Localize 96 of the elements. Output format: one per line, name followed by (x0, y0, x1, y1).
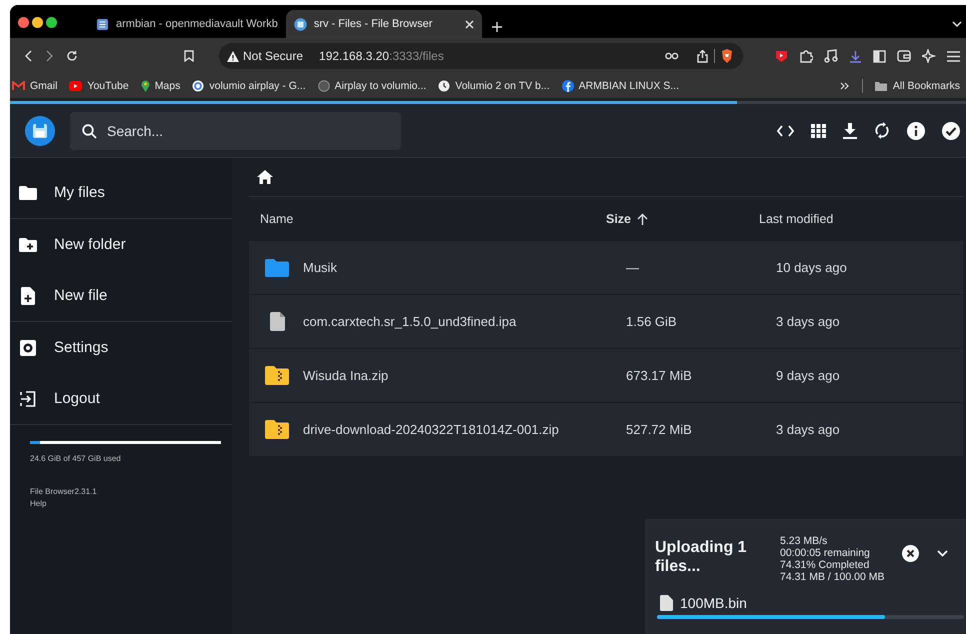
new-file-icon (20, 286, 34, 304)
folder-icon (265, 258, 289, 276)
file-name: Wisuda Ina.zip (303, 368, 388, 383)
file-name: Musik (303, 260, 337, 275)
file-icon (270, 312, 284, 331)
file-row[interactable]: com.carxtech.sr_1.5.0_und3fined.ipa 1.56 GiB 3 days ago (249, 295, 963, 348)
maximize-window-button[interactable] (46, 17, 57, 28)
download-icon[interactable] (843, 122, 857, 138)
file-size: 673.17 MiB (625, 368, 693, 383)
bookmark-link[interactable]: Gmail (12, 80, 58, 92)
upload-stat: 5.23 MB/s (780, 535, 828, 547)
column-header[interactable]: Name (249, 212, 595, 226)
version-text: File Browser2.31.1 (30, 487, 98, 496)
sparkle-icon[interactable] (922, 49, 936, 63)
column-header[interactable]: Last modified (748, 212, 963, 226)
reload-icon[interactable] (66, 50, 78, 62)
search-field[interactable]: Search... (70, 112, 401, 150)
chevron-down-icon[interactable] (952, 21, 962, 28)
play-icon (69, 81, 82, 91)
upload-stat: 74.31% Completed (780, 559, 870, 571)
sidebar-item[interactable]: New file (10, 270, 232, 321)
security-warning[interactable]: Not Secure (227, 49, 304, 63)
file-row[interactable]: Wisuda Ina.zip 673.17 MiB 9 days ago (249, 349, 963, 402)
code-icon[interactable] (777, 124, 794, 136)
plus-icon[interactable] (492, 22, 502, 32)
file-row[interactable]: Musik — 10 days ago (249, 241, 963, 294)
puzzle-icon[interactable] (799, 49, 813, 63)
logout-icon (20, 390, 36, 406)
file-size: — (625, 260, 640, 275)
zip-folder-icon (265, 366, 289, 385)
file-size: 1.56 GiB (625, 314, 678, 329)
all-bookmarks-button[interactable]: All Bookmarks (874, 80, 960, 92)
bookmark-link[interactable]: ARMBIAN LINUX S... (562, 80, 680, 92)
modified-date: 3 days ago (775, 314, 841, 329)
circle-f-icon (562, 80, 574, 92)
column-header[interactable]: Size (595, 212, 748, 226)
upload-file-name: 100MB.bin (680, 595, 747, 611)
browser-tab[interactable]: srv - Files - File Browser (286, 10, 482, 38)
storage-usage-text: 24.6 GiB of 457 GiB used (30, 454, 122, 463)
bookmark-icon[interactable] (184, 50, 194, 62)
music-icon[interactable] (824, 49, 838, 63)
upload-title: Uploading 1 files... (655, 538, 748, 576)
share-icon[interactable] (697, 50, 708, 62)
close-icon[interactable] (464, 20, 474, 28)
file-size: 527.72 MiB (625, 422, 693, 437)
bookmark-link[interactable]: volumio airplay - G... (192, 80, 306, 92)
info-icon[interactable] (907, 122, 925, 140)
video-icon[interactable] (775, 50, 788, 62)
new-folder-icon (18, 238, 36, 252)
warning-icon (227, 50, 239, 62)
browser-tab[interactable]: armbian - openmediavault Workb (88, 10, 286, 38)
bookmark-link[interactable]: Maps (140, 80, 180, 92)
bookmark-link[interactable]: Volumio 2 on TV b... (438, 80, 550, 92)
folder-icon (18, 186, 36, 200)
back-icon[interactable] (24, 50, 33, 62)
envelope-icon (12, 81, 25, 91)
address-bar[interactable]: Not Secure 192.168.3.20:3333/files (219, 43, 743, 69)
refresh-icon[interactable] (874, 122, 890, 139)
sidebar-item[interactable]: Settings (10, 322, 232, 373)
upload-stat: 00:00:05 remaining (780, 547, 871, 559)
upload-stat: 74.31 MB / 100.00 MB (780, 571, 884, 583)
clock-icon (438, 80, 450, 92)
app-logo[interactable] (25, 116, 55, 146)
wallet-icon[interactable] (897, 50, 911, 62)
checkmark-icon[interactable] (942, 122, 960, 140)
minimize-window-button[interactable] (32, 17, 43, 28)
sidebar-item[interactable]: Logout (10, 373, 232, 424)
modified-date: 10 days ago (775, 260, 848, 275)
menu-icon[interactable] (947, 50, 960, 62)
url-text: 192.168.3.20:3333/files (319, 49, 444, 63)
help-link[interactable]: Help (30, 499, 232, 508)
bookmark-link[interactable]: YouTube (69, 80, 129, 92)
file-name: drive-download-20240322T181014Z-001.zip (303, 422, 559, 437)
close-circle-icon[interactable] (902, 545, 920, 562)
file-name: com.carxtech.sr_1.5.0_und3fined.ipa (303, 314, 516, 329)
map-pin-icon (140, 80, 150, 92)
document-icon (96, 18, 109, 30)
floppy-disk-icon (294, 18, 307, 30)
double-chevron-icon[interactable] (840, 82, 850, 90)
modified-date: 3 days ago (775, 422, 841, 437)
folder-icon (874, 81, 887, 91)
modified-date: 9 days ago (775, 368, 841, 383)
close-window-button[interactable] (18, 17, 29, 28)
sidebar-item[interactable]: New folder (10, 219, 232, 270)
shield-icon[interactable] (721, 49, 733, 63)
sidebar-item[interactable]: My files (10, 167, 232, 218)
forward-icon[interactable] (45, 50, 54, 62)
file-row[interactable]: drive-download-20240322T181014Z-001.zip 527.72 MiB 3 days ago (249, 403, 963, 456)
file-icon (660, 595, 673, 611)
bookmark-link[interactable]: Airplay to volumio... (318, 80, 426, 92)
grid-icon[interactable] (811, 124, 826, 138)
arrow-up-icon (637, 213, 648, 225)
search-icon (82, 124, 97, 138)
home-icon[interactable] (257, 170, 273, 184)
sidebar-icon[interactable] (873, 50, 886, 62)
zip-folder-icon (265, 420, 289, 439)
